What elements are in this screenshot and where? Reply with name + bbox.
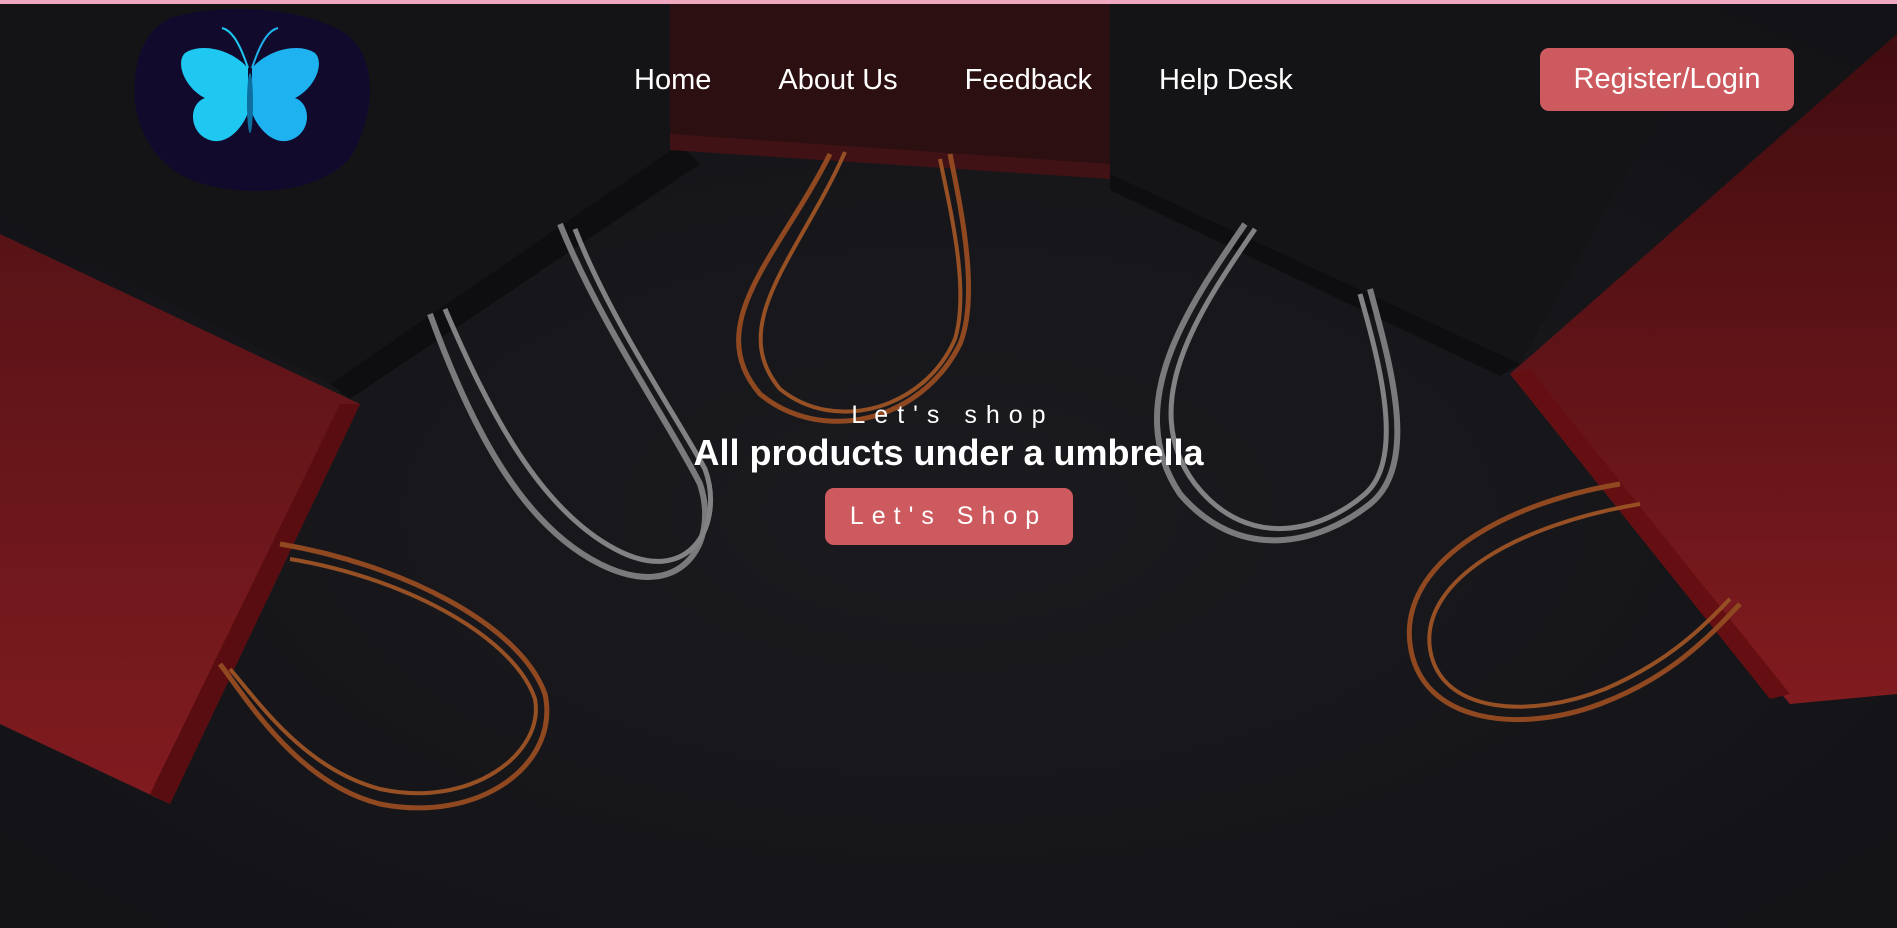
- main-nav-links: Home About Us Feedback Help Desk: [634, 62, 1360, 98]
- top-navigation: Home About Us Feedback Help Desk Registe…: [0, 4, 1897, 191]
- nav-link-home[interactable]: Home: [634, 62, 711, 98]
- nav-link-feedback[interactable]: Feedback: [965, 62, 1092, 98]
- hero-headline: All products under a umbrella: [693, 432, 1204, 473]
- register-login-button[interactable]: Register/Login: [1540, 48, 1794, 111]
- top-accent-strip: [0, 0, 1897, 4]
- hero-tagline: Let's shop: [851, 401, 1055, 429]
- nav-link-help-desk[interactable]: Help Desk: [1159, 62, 1293, 98]
- nav-link-about-us[interactable]: About Us: [778, 62, 897, 98]
- hero-content: Let's shop All products under a umbrella…: [0, 400, 1897, 545]
- butterfly-logo-icon[interactable]: [130, 8, 372, 192]
- lets-shop-button[interactable]: Let's Shop: [824, 488, 1073, 545]
- hero-section: Home About Us Feedback Help Desk Registe…: [0, 4, 1897, 928]
